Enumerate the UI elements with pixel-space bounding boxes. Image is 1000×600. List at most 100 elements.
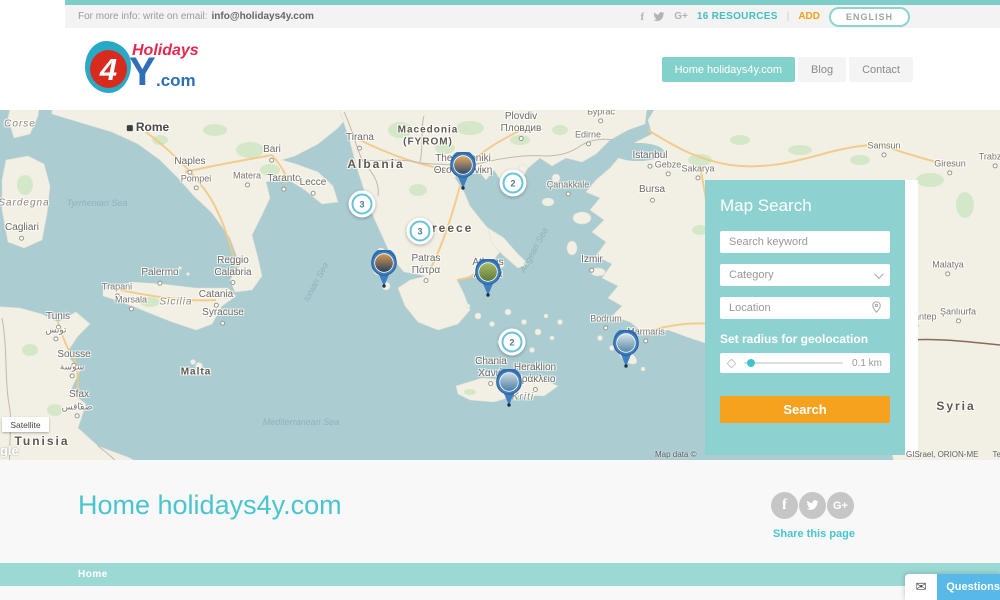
city-dot-icon	[882, 153, 887, 158]
move-icon	[727, 358, 737, 368]
city-dot-icon	[221, 320, 226, 325]
city-dot-icon	[585, 142, 590, 147]
chevron-down-icon	[874, 269, 884, 279]
category-select[interactable]: Category	[720, 264, 890, 286]
resources-count[interactable]: 16 RESOURCES	[697, 11, 778, 22]
cluster-marker[interactable]: 2	[500, 170, 527, 197]
map-search-panel-inner: Map Search Category Location Set radius …	[705, 180, 905, 455]
map-label: Izmir	[581, 254, 603, 273]
location-input[interactable]: Location	[720, 297, 890, 319]
main-nav: Home holidays4y.com Blog Contact	[662, 57, 913, 82]
twitter-icon[interactable]	[653, 12, 665, 22]
page-title: Home holidays4y.com	[78, 490, 342, 521]
city-dot-icon	[603, 326, 608, 331]
cluster-marker[interactable]: 3	[349, 191, 376, 218]
map-pin-marker[interactable]	[474, 259, 502, 302]
radius-label: Set radius for geolocation	[720, 332, 890, 346]
map-label: Taranto	[267, 173, 300, 192]
google-plus-icon[interactable]: G+	[674, 11, 688, 22]
add-link[interactable]: ADD	[798, 11, 820, 22]
nav-contact[interactable]: Contact	[849, 57, 913, 82]
city-dot-icon	[128, 307, 133, 312]
city-dot-icon	[488, 381, 493, 386]
logo-y-text: Y	[129, 52, 156, 92]
city-dot-icon	[231, 280, 236, 285]
chat-widget[interactable]: ✉ Questions	[905, 574, 1000, 600]
map-label: Tunisia	[14, 435, 69, 449]
slider-track[interactable]	[744, 362, 843, 364]
city-dot-icon	[696, 176, 701, 181]
map-pin-marker[interactable]	[449, 152, 477, 195]
map-label: Matera	[233, 170, 261, 187]
footer-space	[0, 586, 1000, 600]
map-canvas[interactable]: CorseRomeNaplesPompeiBariMateraTarantoLe…	[0, 110, 1000, 460]
share-google-plus-icon[interactable]: G+	[827, 492, 854, 519]
map-pin-marker[interactable]	[370, 250, 398, 293]
city-dot-icon	[281, 186, 286, 191]
envelope-icon: ✉	[905, 574, 937, 600]
city-dot-icon	[644, 339, 649, 344]
map-label: Gebze	[655, 159, 682, 176]
city-dot-icon	[945, 272, 950, 277]
map-pin-icon	[370, 250, 398, 288]
city-dot-icon	[598, 119, 603, 124]
map-label: Lecce	[300, 177, 327, 196]
city-dot-icon	[956, 319, 961, 324]
map-search-panel: Map Search Category Location Set radius …	[705, 180, 918, 455]
map-pin-marker[interactable]	[495, 369, 523, 412]
map-label: Giresun	[934, 158, 966, 175]
terms-link[interactable]: Terms o	[992, 450, 1000, 459]
map-label: Trabzon	[979, 151, 1000, 168]
google-logo: Google	[0, 443, 19, 458]
city-dot-icon	[70, 374, 75, 379]
map-pin-icon	[495, 369, 523, 407]
city-dot-icon	[589, 267, 594, 272]
location-pin-icon	[872, 301, 881, 316]
chat-label: Questions	[937, 574, 1000, 600]
language-button[interactable]: ENGLISH	[829, 7, 910, 27]
map-label: Albania	[347, 158, 404, 172]
capital-dot-icon	[127, 125, 133, 131]
breadcrumb[interactable]: Home	[78, 569, 108, 580]
breadcrumb-bar: Home	[0, 563, 1000, 586]
search-keyword-input[interactable]	[720, 231, 890, 253]
search-button[interactable]: Search	[720, 396, 890, 423]
map-attribution-right: GISrael, ORION-METerms o	[906, 450, 1000, 459]
logo-number: 4	[100, 54, 117, 85]
map-label: Şanlıurfa	[940, 306, 976, 323]
map-label: Sakarya	[681, 163, 714, 180]
site-logo[interactable]: 4 Holidays Y .com	[85, 38, 205, 100]
radius-slider: 0.1 km	[720, 353, 890, 373]
city-dot-icon	[53, 337, 58, 342]
info-text: For more info: write on email:	[78, 11, 208, 22]
cluster-marker[interactable]: 2	[499, 329, 526, 356]
share-facebook-icon[interactable]: f	[771, 492, 798, 519]
map-label: Mediterranean Sea	[263, 417, 340, 427]
facebook-icon[interactable]: f	[641, 11, 645, 23]
info-email: info@holidays4y.com	[212, 11, 314, 22]
map-label: تونس	[45, 324, 66, 341]
slider-knob[interactable]	[747, 359, 755, 367]
map-label: Rome	[127, 121, 169, 135]
map-label: Syria	[936, 400, 975, 414]
map-attribution-left: Map data ©	[655, 450, 696, 459]
map-label: Macedonia (FYROM)	[398, 125, 459, 148]
map-pin-icon	[612, 330, 640, 368]
map-pin-marker[interactable]	[612, 330, 640, 373]
city-dot-icon	[648, 163, 653, 168]
cluster-marker[interactable]: 3	[407, 218, 434, 245]
share-label: Share this page	[771, 528, 857, 540]
map-label: Marsala	[115, 294, 147, 311]
map-label: Malta	[181, 366, 212, 378]
nav-blog[interactable]: Blog	[798, 57, 846, 82]
share-twitter-icon[interactable]	[799, 492, 826, 519]
map-label: Sicilia	[159, 296, 192, 308]
map-label: Syracuse	[202, 307, 244, 326]
nav-home[interactable]: Home holidays4y.com	[662, 57, 795, 82]
map-label: Bari	[263, 144, 281, 163]
map-pin-icon	[449, 152, 477, 190]
city-dot-icon	[311, 190, 316, 195]
city-dot-icon	[993, 164, 998, 169]
satellite-toggle-button[interactable]: Satellite	[2, 417, 49, 432]
map-label: Samsun	[867, 140, 900, 157]
